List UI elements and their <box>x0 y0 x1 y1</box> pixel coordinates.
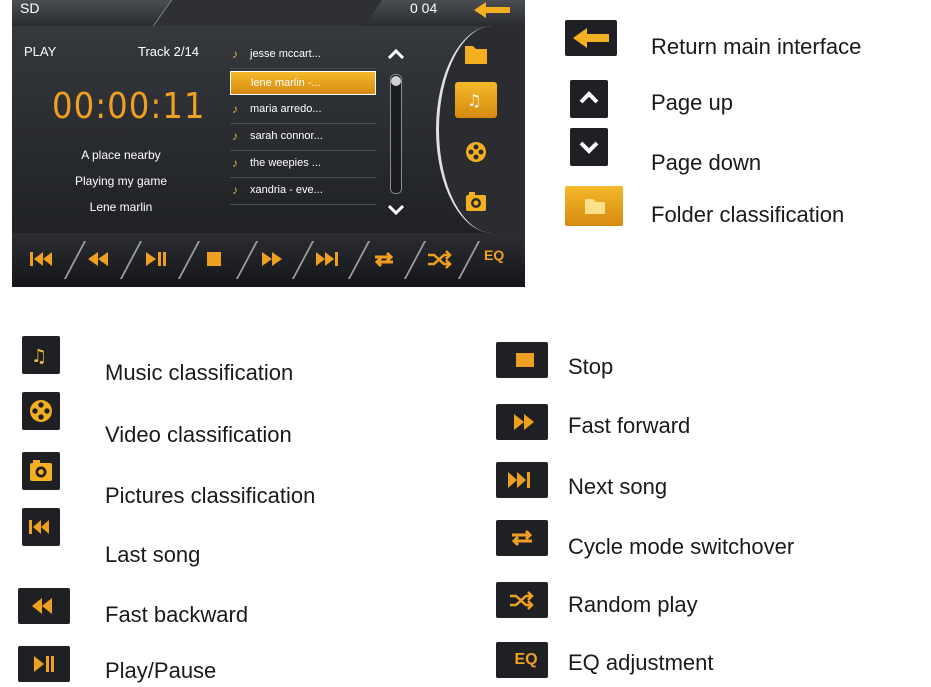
category-column: ♫ <box>436 26 525 233</box>
legend-label: Last song <box>105 542 201 567</box>
playlist-item-selected[interactable]: ♪lene marlin -... <box>230 71 376 95</box>
source-label: SD <box>20 0 40 16</box>
legend-label: EQ adjustment <box>568 650 714 675</box>
legend-eq-icon-box: EQ <box>496 642 548 678</box>
album-name: Playing my game <box>74 174 168 188</box>
playlist-item[interactable]: ♪ maria arredo... <box>230 97 376 124</box>
film-reel-icon[interactable] <box>455 134 497 170</box>
previous-track-icon <box>29 520 49 534</box>
shuffle-icon[interactable] <box>422 245 458 273</box>
previous-track-icon[interactable] <box>24 245 60 273</box>
music-note-icon: ♪ <box>232 129 238 143</box>
camera-icon <box>30 460 52 481</box>
music-icon: ♫ <box>467 91 481 110</box>
next-track-icon[interactable] <box>310 245 346 273</box>
legend-label: Fast backward <box>105 602 249 627</box>
scroll-track[interactable] <box>390 74 402 194</box>
eq-button[interactable]: EQ <box>484 247 504 263</box>
film-reel-icon <box>30 400 52 422</box>
chevron-up-icon <box>579 91 599 104</box>
legend-repeat-icon-box <box>496 520 548 556</box>
chevron-down-icon[interactable] <box>386 202 406 218</box>
legend-folder-icon-box <box>565 186 623 226</box>
play-status: PLAY <box>24 44 57 59</box>
back-arrow-icon[interactable] <box>472 0 512 20</box>
legend-ff-icon-box <box>496 404 548 440</box>
track-counter: Track 2/14 <box>138 44 199 59</box>
legend-label: Music classification <box>105 360 294 385</box>
time-display: 0 04 <box>410 0 438 16</box>
song-title: A place nearby <box>81 148 161 162</box>
folder-icon[interactable] <box>455 36 497 72</box>
legend-video-icon-box <box>22 392 60 430</box>
repeat-icon <box>511 529 533 547</box>
fast-forward-icon <box>514 414 534 430</box>
stop-icon <box>516 353 534 367</box>
legend-stop-icon-box <box>496 342 548 378</box>
legend-label: Random play <box>568 592 698 617</box>
folder-icon <box>585 199 605 214</box>
music-note-icon: ♪ <box>232 156 238 170</box>
legend-label: Fast forward <box>568 413 691 438</box>
music-note-icon: ♪ <box>232 102 238 116</box>
legend-back-icon-box <box>565 20 617 56</box>
music-category-button[interactable]: ♫ <box>455 82 497 118</box>
legend-label: Folder classification <box>651 202 845 227</box>
legend-label: Next song <box>568 474 668 499</box>
artist-name: Lene marlin <box>89 200 153 214</box>
divider <box>457 241 481 279</box>
stop-icon[interactable] <box>196 245 232 273</box>
eq-icon: EQ <box>514 651 538 668</box>
repeat-icon[interactable] <box>366 245 402 273</box>
legend-pictures-icon-box <box>22 452 60 490</box>
play-pause-icon[interactable] <box>138 245 174 273</box>
legend-label: Stop <box>568 354 614 379</box>
svg-text:♫: ♫ <box>31 346 47 367</box>
playlist-item[interactable]: ♪ xandria - eve... <box>230 178 376 205</box>
playlist-item[interactable]: ♪ sarah connor... <box>230 124 376 151</box>
legend-label: Pictures classification <box>105 483 316 508</box>
legend-page-down-icon-box <box>570 128 608 166</box>
chevron-up-icon[interactable] <box>386 46 406 62</box>
player-main: PLAY Track 2/14 00:00:11 A place nearby … <box>12 26 525 233</box>
legend-label: Video classification <box>105 422 292 447</box>
rewind-icon[interactable] <box>82 245 118 273</box>
next-track-icon <box>508 472 530 488</box>
legend-page-up-icon-box <box>570 80 608 118</box>
legend-music-icon-box: ♫ <box>22 336 60 374</box>
shuffle-icon <box>510 591 534 610</box>
back-arrow-icon <box>573 28 609 48</box>
music-note-icon: ♪ <box>232 183 238 197</box>
camera-icon[interactable] <box>455 184 497 220</box>
legend-rewind-icon-box <box>18 588 70 624</box>
player-screen: SD 0 04 PLAY Track 2/14 00:00:11 A place… <box>12 0 525 287</box>
legend-shuffle-icon-box <box>496 582 548 618</box>
legend-label: Play/Pause <box>105 658 217 683</box>
top-bar-divider <box>152 0 383 26</box>
top-bar: SD 0 04 <box>12 0 525 26</box>
chevron-down-icon <box>579 141 599 154</box>
playlist-scrollbar[interactable] <box>386 46 406 226</box>
svg-text:♫: ♫ <box>467 91 481 110</box>
legend-play-pause-icon-box <box>18 646 70 682</box>
legend-label: Page up <box>651 90 733 115</box>
fast-forward-icon[interactable] <box>254 245 290 273</box>
playlist: ♪jesse mccart... ♪lene marlin -... ♪mari… <box>230 42 376 205</box>
play-pause-icon <box>34 656 54 672</box>
playlist-item[interactable]: ♪ the weepies ... <box>230 151 376 178</box>
legend-label: Return main interface <box>651 34 862 59</box>
legend-last-song-icon-box <box>22 508 60 546</box>
music-icon: ♫ <box>31 346 47 367</box>
transport-bar: EQ <box>12 233 525 287</box>
legend-label: Cycle mode switchover <box>568 534 795 559</box>
legend-next-icon-box <box>496 462 548 498</box>
legend-label: Page down <box>651 150 762 175</box>
scroll-thumb[interactable] <box>391 76 401 86</box>
music-note-icon: ♪ <box>232 47 238 61</box>
elapsed-time: 00:00:11 <box>52 86 206 127</box>
playlist-item[interactable]: ♪ jesse mccart... <box>230 42 376 69</box>
rewind-icon <box>32 598 52 614</box>
